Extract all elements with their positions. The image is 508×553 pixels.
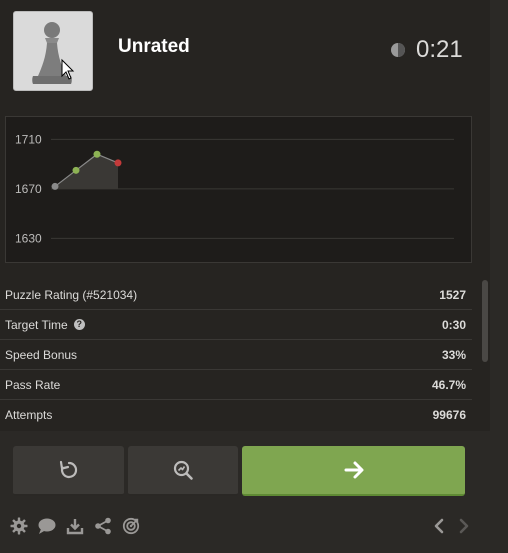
stat-value: 1527 [439,287,466,302]
chart-point[interactable] [51,182,59,190]
share-button[interactable] [93,516,113,536]
stat-label: Attempts [5,408,53,422]
stat-label: Puzzle Rating (#521034) [5,287,138,302]
stat-value: 33% [441,347,466,362]
bottom-toolbar [9,516,141,536]
arrow-right-icon [344,461,363,479]
chat-button[interactable] [37,516,57,536]
rating-mode-title: Unrated [118,36,190,57]
analyze-icon [173,460,193,480]
puzzle-panel: Unrated 0:21 1710 1670 1630 Puzzle Rating … [0,0,490,553]
retry-button[interactable] [13,446,124,496]
y-tick-label: 1670 [15,182,42,196]
target-icon [122,517,140,535]
gear-icon [10,517,28,535]
download-icon [66,519,84,535]
stat-label: Speed Bonus [5,347,78,362]
analyze-button[interactable] [128,446,238,496]
settings-button[interactable] [9,516,29,536]
download-button[interactable] [65,516,85,536]
next-puzzle-button[interactable] [242,446,465,496]
chat-icon [38,518,56,534]
stat-label: Target Time [5,317,68,332]
stat-row-speed-bonus: Speed Bonus 33% [0,340,472,370]
pawn-avatar [13,11,93,91]
stat-value: 0:30 [441,317,466,332]
stat-row-pass-rate: Pass Rate 46.7% [0,370,472,400]
stat-value: 46.7% [431,377,466,392]
stat-label-wrap: Target Time ? [5,318,85,332]
stat-row-attempts: Attempts 99676 [0,400,472,430]
y-tick-label: 1710 [15,132,42,146]
chart-point[interactable] [93,150,101,158]
help-icon[interactable]: ? [73,319,85,330]
stat-row-puzzle-rating: Puzzle Rating (#521034) 1527 [0,280,472,310]
share-icon [95,517,111,535]
stats-table: Puzzle Rating (#521034) 1527 Target Time… [0,280,472,430]
retry-icon [59,460,77,479]
target-button[interactable] [121,516,141,536]
chevron-right-icon[interactable] [455,516,473,536]
rating-chart-svg: 1710 1670 1630 [15,132,454,245]
stat-value: 99676 [432,408,466,422]
chevron-left-icon[interactable] [430,516,448,536]
timer-display: 0:21 [416,36,463,63]
chart-point[interactable] [114,159,122,167]
rating-chart: 1710 1670 1630 [5,116,472,263]
y-tick-label: 1630 [15,231,42,245]
chart-point[interactable] [72,166,80,174]
clock-icon [391,43,405,57]
page-scroll-gutter [490,0,508,553]
stat-label: Pass Rate [5,377,61,392]
scrollbar-thumb[interactable] [482,280,488,362]
stat-row-target-time: Target Time ? 0:30 [0,310,472,340]
